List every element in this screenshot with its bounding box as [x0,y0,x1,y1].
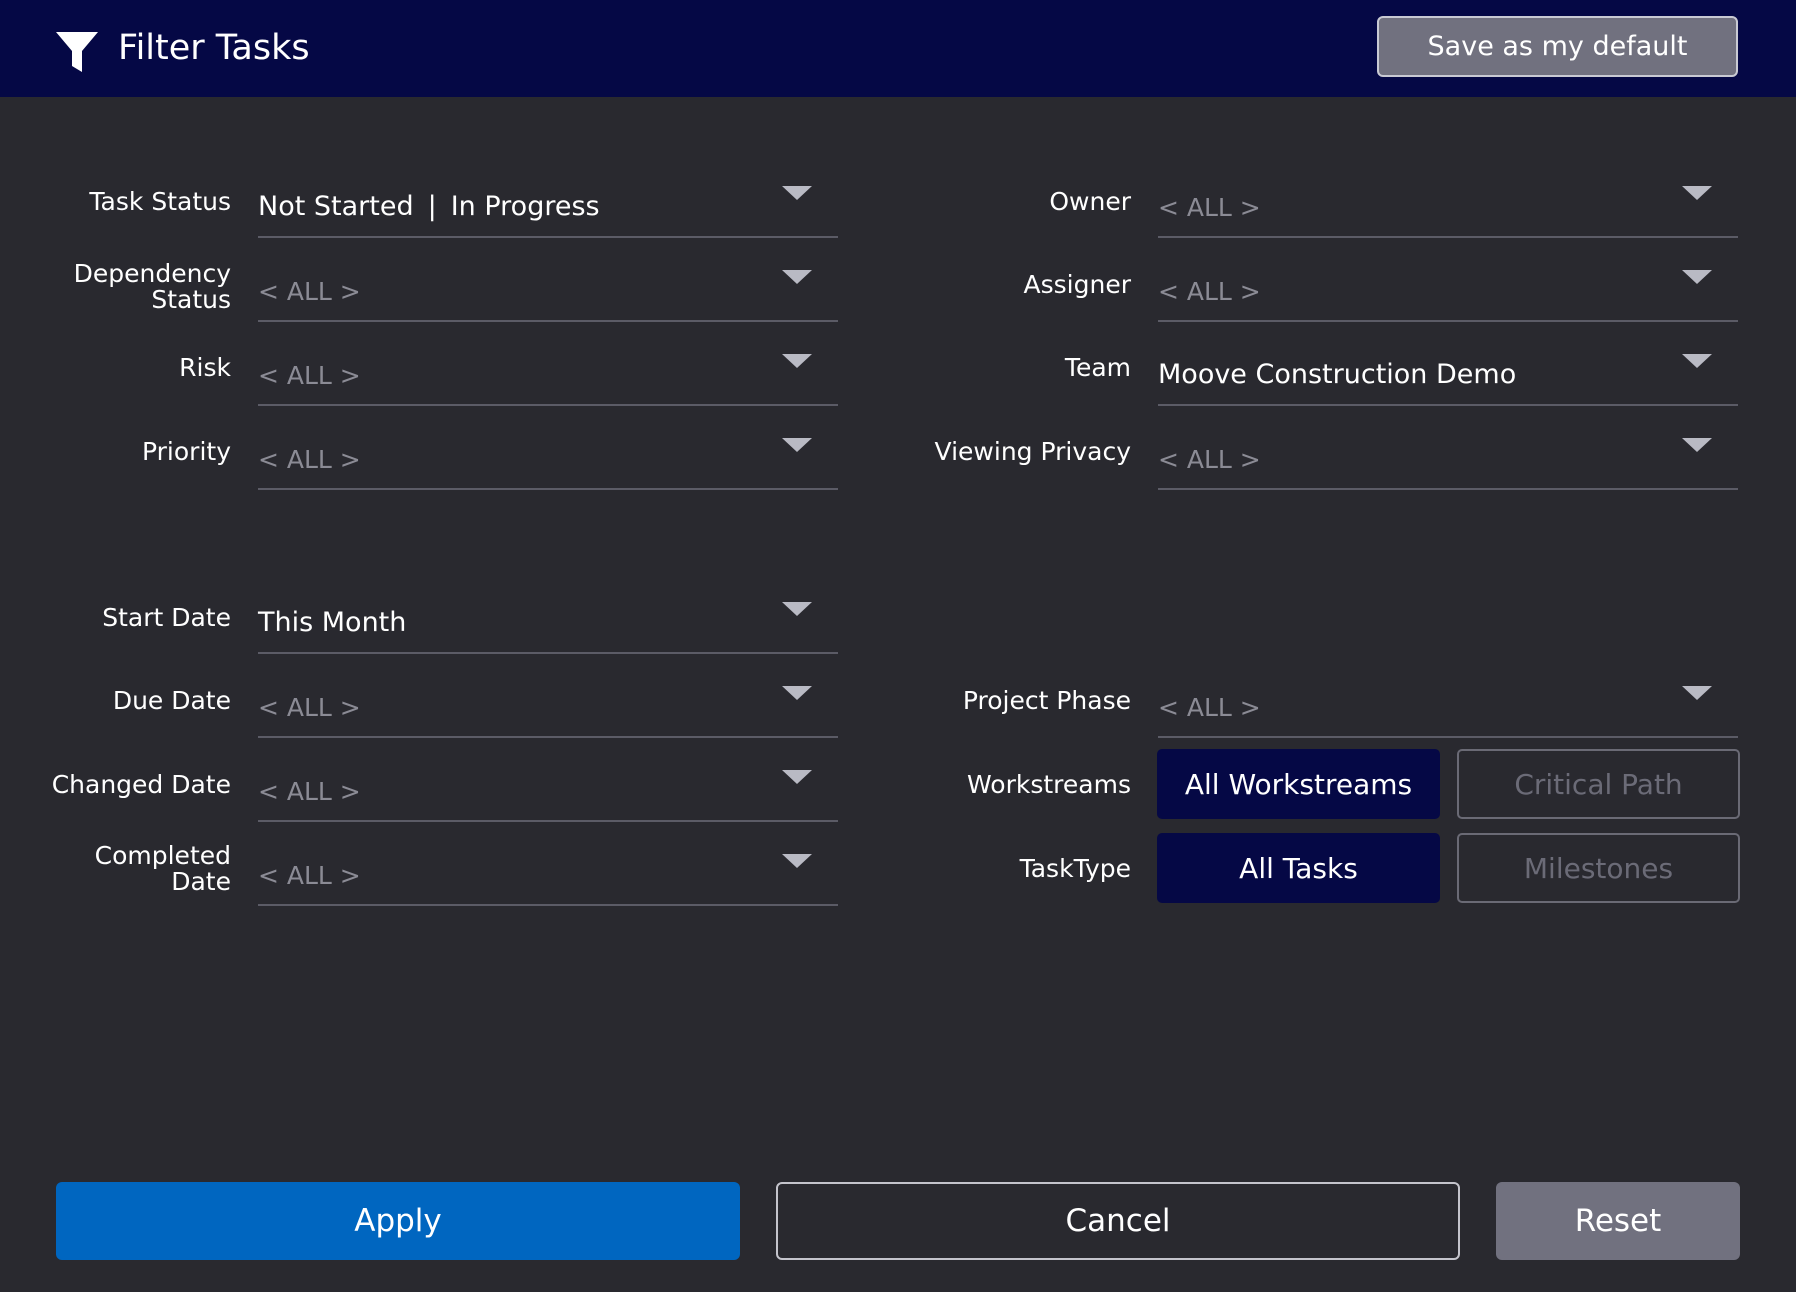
caret-down-icon [782,186,812,200]
start-date-value: This Month [258,607,407,638]
risk-select[interactable]: < ALL > [258,346,838,406]
apply-button[interactable]: Apply [56,1182,740,1260]
tasktype-label: TaskType [1019,854,1131,883]
changed-date-label: Changed Date [51,770,231,799]
task-status-select[interactable]: Not Started | In Progress [258,178,838,238]
all-tasks-toggle[interactable]: All Tasks [1157,833,1440,903]
dependency-status-label: Dependency Status [73,259,231,314]
risk-value: < ALL > [258,361,361,390]
start-date-label: Start Date [102,603,231,632]
priority-value: < ALL > [258,445,361,474]
caret-down-icon [782,602,812,616]
assigner-value: < ALL > [1158,277,1261,306]
caret-down-icon [782,770,812,784]
project-phase-label: Project Phase [962,686,1131,715]
assigner-select[interactable]: < ALL > [1158,262,1738,322]
caret-down-icon [1682,186,1712,200]
milestones-toggle[interactable]: Milestones [1457,833,1740,903]
dependency-status-select[interactable]: < ALL > [258,262,838,322]
caret-down-icon [1682,438,1712,452]
risk-label: Risk [179,353,231,382]
caret-down-icon [782,438,812,452]
changed-date-select[interactable]: < ALL > [258,762,838,822]
project-phase-value: < ALL > [1158,693,1261,722]
due-date-select[interactable]: < ALL > [258,678,838,738]
dependency-status-value: < ALL > [258,277,361,306]
priority-label: Priority [142,437,231,466]
caret-down-icon [782,270,812,284]
dialog-header: Filter Tasks Save as my default [0,0,1796,97]
team-select[interactable]: Moove Construction Demo [1158,346,1738,406]
viewing-privacy-value: < ALL > [1158,445,1261,474]
completed-date-label: Completed Date [94,841,231,896]
due-date-value: < ALL > [258,693,361,722]
project-phase-select[interactable]: < ALL > [1158,678,1738,738]
caret-down-icon [782,854,812,868]
workstreams-label: Workstreams [967,770,1131,799]
save-as-default-button[interactable]: Save as my default [1377,16,1738,77]
critical-path-toggle[interactable]: Critical Path [1457,749,1740,819]
task-status-value: Not Started | In Progress [258,191,600,222]
caret-down-icon [1682,354,1712,368]
viewing-privacy-select[interactable]: < ALL > [1158,430,1738,490]
filter-icon [56,32,98,72]
caret-down-icon [1682,270,1712,284]
completed-date-select[interactable]: < ALL > [258,846,838,906]
caret-down-icon [1682,686,1712,700]
caret-down-icon [782,354,812,368]
dialog-title: Filter Tasks [118,28,310,68]
priority-select[interactable]: < ALL > [258,430,838,490]
caret-down-icon [782,686,812,700]
assigner-label: Assigner [1023,270,1131,299]
completed-date-value: < ALL > [258,861,361,890]
team-value: Moove Construction Demo [1158,359,1517,390]
owner-label: Owner [1049,187,1131,216]
team-label: Team [1064,353,1131,382]
start-date-select[interactable]: This Month [258,594,838,654]
cancel-button[interactable]: Cancel [776,1182,1460,1260]
viewing-privacy-label: Viewing Privacy [934,437,1131,466]
owner-value: < ALL > [1158,193,1261,222]
reset-button[interactable]: Reset [1496,1182,1740,1260]
owner-select[interactable]: < ALL > [1158,178,1738,238]
all-workstreams-toggle[interactable]: All Workstreams [1157,749,1440,819]
changed-date-value: < ALL > [258,777,361,806]
due-date-label: Due Date [112,686,231,715]
task-status-label: Task Status [89,187,231,216]
